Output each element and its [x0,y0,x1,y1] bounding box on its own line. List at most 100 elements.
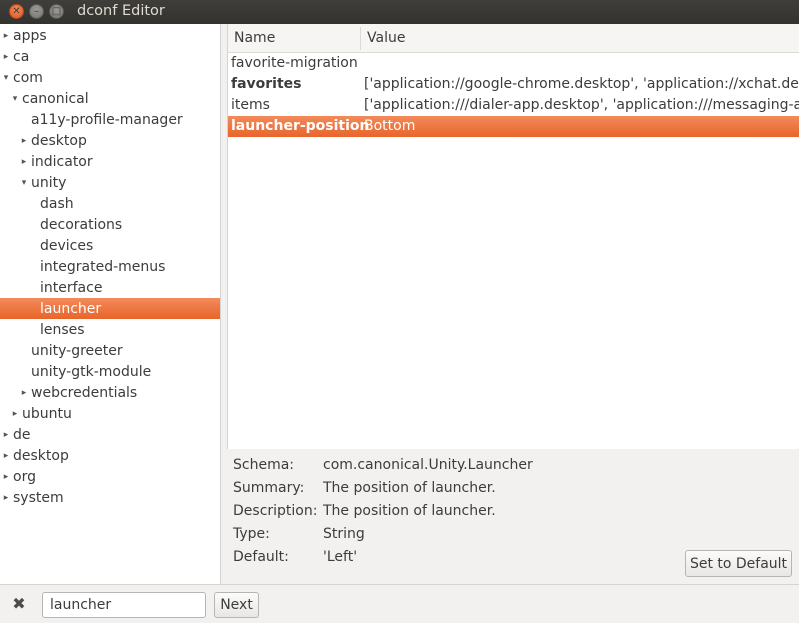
tree-item-label: unity [31,174,67,191]
collapsed-arrow-icon[interactable]: ▸ [1,31,11,41]
collapsed-arrow-icon[interactable]: ▸ [1,52,11,62]
next-button[interactable]: Next [214,592,259,618]
tree-item[interactable]: ▸ indicator [0,151,220,172]
minimize-icon: – [34,5,39,17]
key-list[interactable]: Name Value favorite-migration favorites ['… [227,24,799,449]
column-header-value[interactable]: Value [367,30,405,46]
window-minimize-button[interactable]: – [29,4,44,19]
tree-item[interactable]: ▸ apps [0,25,220,46]
tree-item-label: unity-greeter [31,342,123,359]
tree-item[interactable]: integrated-menus [0,256,220,277]
collapsed-arrow-icon[interactable]: ▸ [19,388,29,398]
tree-item-label: a11y-profile-manager [31,111,183,128]
tree-item-label: dash [40,195,74,212]
type-label: Type: [233,526,270,542]
key-value: ['application:///dialer-app.desktop', 'a… [364,97,799,113]
window-title: dconf Editor [77,3,165,19]
collapsed-arrow-icon[interactable]: ▸ [1,451,11,461]
tree-item-label: devices [40,237,94,254]
key-value: Bottom [364,118,416,134]
key-name: items [231,97,270,113]
expanded-arrow-icon[interactable]: ▾ [19,178,29,188]
tree-item[interactable]: ▸ webcredentials [0,382,220,403]
default-value: 'Left' [323,549,358,565]
find-bar: ✖ Next [0,584,799,623]
tree-item-label: lenses [40,321,85,338]
expanded-arrow-icon[interactable]: ▾ [1,73,11,83]
column-header-name[interactable]: Name [234,30,275,46]
tree-item-label: de [13,426,31,443]
tree-item[interactable]: devices [0,235,220,256]
tree-item-label: desktop [31,132,87,149]
tree-item-label: desktop [13,447,69,464]
title-bar: ✕ – □ dconf Editor [0,0,799,24]
expanded-arrow-icon[interactable]: ▾ [10,94,20,104]
type-value: String [323,526,365,542]
collapsed-arrow-icon[interactable]: ▸ [1,472,11,482]
tree-item-label: org [13,468,36,485]
description-value: The position of launcher. [323,503,496,519]
tree-item[interactable]: decorations [0,214,220,235]
tree-item[interactable]: ▾ unity [0,172,220,193]
tree-item-label: unity-gtk-module [31,363,152,380]
key-row[interactable]: items ['application:///dialer-app.desktop… [228,95,799,116]
collapsed-arrow-icon[interactable]: ▸ [10,409,20,419]
tree-item[interactable]: ▸ desktop [0,130,220,151]
key-list-header: Name Value [228,24,799,53]
summary-value: The position of launcher. [323,480,496,496]
tree-item-label: system [13,489,64,506]
tree-item-label: com [13,69,43,86]
key-name: launcher-position [231,118,370,134]
key-row[interactable]: favorite-migration [228,53,799,74]
tree-item[interactable]: lenses [0,319,220,340]
window-close-button[interactable]: ✕ [9,4,24,19]
tree-item-label: webcredentials [31,384,138,401]
tree-item[interactable]: a11y-profile-manager [0,109,220,130]
tree-item-label: apps [13,27,47,44]
collapsed-arrow-icon[interactable]: ▸ [1,430,11,440]
window-maximize-button[interactable]: □ [49,4,64,19]
tree-item[interactable]: ▸ ubuntu [0,403,220,424]
key-value: ['application://google-chrome.desktop', … [364,76,799,92]
tree-item-label: integrated-menus [40,258,166,275]
schema-tree[interactable]: ▸ apps ▸ ca ▾ com ▾ canonical a11y-profile-manag… [0,24,221,584]
tree-item-label: launcher [40,300,102,317]
maximize-icon: □ [51,5,62,17]
tree-item[interactable]: ▸ org [0,466,220,487]
tree-item-label: decorations [40,216,123,233]
close-icon: ✕ [12,5,21,17]
key-row[interactable]: favorites ['application://google-chrome.d… [228,74,799,95]
tree-item-label: ca [13,48,30,65]
tree-item-label: indicator [31,153,93,170]
tree-item[interactable]: ▾ com [0,67,220,88]
tree-item[interactable]: launcher [0,298,220,319]
set-to-default-button[interactable]: Set to Default [685,550,792,577]
collapsed-arrow-icon[interactable]: ▸ [1,493,11,503]
key-name: favorites [231,76,302,92]
tree-item[interactable]: ▾ canonical [0,88,220,109]
key-details-panel: Schema: com.canonical.Unity.Launcher Sum… [227,449,799,584]
tree-item[interactable]: interface [0,277,220,298]
tree-item[interactable]: ▸ desktop [0,445,220,466]
default-label: Default: [233,549,289,565]
collapsed-arrow-icon[interactable]: ▸ [19,136,29,146]
tree-item[interactable]: unity-greeter [0,340,220,361]
description-label: Description: [233,503,318,519]
tree-item[interactable]: ▸ system [0,487,220,508]
summary-label: Summary: [233,480,305,496]
tree-item-label: ubuntu [22,405,72,422]
tree-item-label: interface [40,279,103,296]
column-separator[interactable] [360,27,361,50]
tree-item[interactable]: unity-gtk-module [0,361,220,382]
close-find-icon[interactable]: ✖ [10,594,28,614]
collapsed-arrow-icon[interactable]: ▸ [19,157,29,167]
tree-item[interactable]: ▸ de [0,424,220,445]
schema-value: com.canonical.Unity.Launcher [323,457,533,473]
tree-item-label: canonical [22,90,89,107]
search-input[interactable] [42,592,206,618]
key-row[interactable]: launcher-position Bottom [228,116,799,137]
tree-item[interactable]: ▸ ca [0,46,220,67]
tree-item[interactable]: dash [0,193,220,214]
schema-label: Schema: [233,457,295,473]
key-name: favorite-migration [231,55,358,71]
